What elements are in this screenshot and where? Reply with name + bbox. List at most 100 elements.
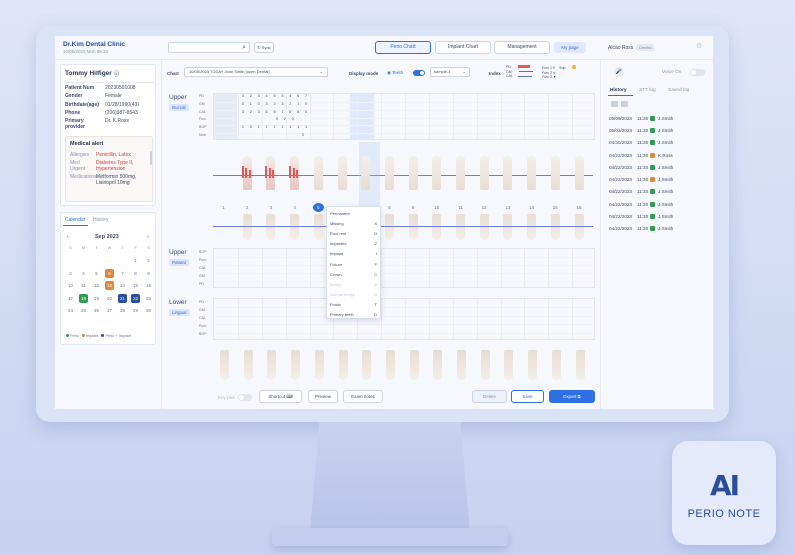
perio-value[interactable]: 1 [278, 124, 286, 132]
tab-management[interactable]: Management [494, 41, 550, 54]
my-page-button[interactable]: My page [554, 42, 586, 53]
tooth-lower[interactable] [243, 350, 253, 380]
perio-value[interactable]: 3 [278, 93, 286, 101]
tooth-number[interactable]: 4 [289, 203, 300, 212]
tooth-upper[interactable] [337, 156, 347, 190]
tooth-number[interactable]: 11 [455, 203, 466, 212]
calendar-day[interactable]: 26 [90, 305, 103, 318]
perio-value[interactable]: 7 [278, 109, 286, 117]
teeth-toggle[interactable] [413, 70, 425, 76]
context-menu-item[interactable]: Normal bridge N [327, 290, 380, 300]
sync-button[interactable]: ↻ Sync [254, 42, 274, 53]
calendar-day[interactable]: 21 [116, 293, 129, 306]
tooth-number[interactable]: 9 [408, 203, 419, 212]
calendar-day[interactable]: 12 [90, 280, 103, 293]
calendar-day[interactable]: 11 [77, 280, 90, 293]
calendar-day[interactable]: 24 [64, 305, 77, 318]
tooth-lower[interactable] [267, 350, 277, 380]
context-menu-item[interactable]: Implant I [327, 249, 380, 259]
tooth-occlusal[interactable] [313, 214, 323, 240]
perio-value[interactable]: 1 [294, 101, 302, 109]
perio-value[interactable]: 0 [255, 101, 263, 109]
tooth-upper[interactable] [384, 156, 394, 190]
tooth-number[interactable]: 12 [479, 203, 490, 212]
perio-value[interactable]: 0 [302, 101, 310, 109]
microphone-icon[interactable]: 🎤 [614, 67, 624, 77]
tooth-upper[interactable] [361, 156, 371, 190]
perio-value[interactable]: 6 [271, 109, 279, 117]
tooth-number[interactable]: 16 [574, 203, 585, 212]
tooth-upper[interactable] [408, 156, 418, 190]
tooth-occlusal[interactable] [242, 214, 252, 240]
calendar-day[interactable]: 7 [116, 268, 129, 281]
perio-value[interactable]: 1 [302, 124, 310, 132]
tooth-lower[interactable] [433, 350, 443, 380]
tooth-lower[interactable] [220, 350, 229, 380]
tooth-lower[interactable] [338, 350, 348, 380]
calendar-day[interactable]: 2 [142, 255, 155, 268]
calendar-day[interactable]: 1 [129, 255, 142, 268]
history-row[interactable]: 04/30/2023 11:30 J.Smith [609, 137, 709, 149]
perio-value[interactable]: 4 [286, 93, 294, 101]
tooth-occlusal[interactable] [574, 214, 584, 240]
tooth-lower[interactable] [480, 350, 490, 380]
tooth-upper[interactable] [550, 156, 560, 190]
tooth-occlusal[interactable] [290, 214, 300, 240]
context-menu-item[interactable]: Missing X [327, 218, 380, 228]
tooth-number[interactable]: 8 [384, 203, 395, 212]
calendar-day[interactable]: 30 [142, 305, 155, 318]
calendar-day[interactable]: 29 [129, 305, 142, 318]
perio-value[interactable]: 0 [239, 101, 247, 109]
perio-value[interactable]: 1 [294, 124, 302, 132]
context-menu-item[interactable]: Fixture F [327, 259, 380, 269]
perio-value[interactable]: 3 [255, 93, 263, 101]
perio-value[interactable]: 3 [263, 101, 271, 109]
tooth-occlusal[interactable] [527, 214, 537, 240]
calendar-day[interactable]: 5 [90, 268, 103, 281]
tab-perio-chart[interactable]: Perio Chart [375, 41, 431, 54]
calendar-day[interactable]: 20 [103, 293, 116, 306]
calendar-day[interactable]: 19 [90, 293, 103, 306]
delete-button[interactable]: Delete [472, 390, 507, 403]
tooth-upper[interactable] [503, 156, 513, 190]
search-input[interactable]: ⌕ [168, 42, 250, 53]
perio-value[interactable]: 1 [247, 101, 255, 109]
history-row[interactable]: 04/22/2023 11:30 J.Smith [609, 173, 709, 185]
context-menu-item[interactable]: Impacted Z [327, 239, 380, 249]
tooth-occlusal[interactable] [266, 214, 276, 240]
tooth-lower[interactable] [528, 350, 538, 380]
tooth-lower[interactable] [291, 350, 301, 380]
perio-value[interactable]: 3 [239, 93, 247, 101]
calendar-day[interactable]: 4 [77, 268, 90, 281]
calendar-day[interactable]: 8 [129, 268, 142, 281]
chart-select[interactable]: 10/05/2023 TODAY John Smith [open Dental… [184, 67, 328, 77]
perio-value[interactable]: 6 [263, 109, 271, 117]
tooth-occlusal[interactable] [408, 214, 418, 240]
tooth-lower[interactable] [314, 350, 324, 380]
tooth-number[interactable]: 2 [242, 203, 253, 212]
perio-value[interactable]: 1 [271, 124, 279, 132]
history-row[interactable]: 04/22/2023 11:30 J.Smith [609, 198, 709, 210]
tab-stt-log[interactable]: STT log [639, 88, 656, 93]
tab-implant-chart[interactable]: Implant Chart [435, 41, 491, 54]
perio-value[interactable]: 2 [271, 101, 279, 109]
perio-value[interactable]: 1 [255, 124, 263, 132]
tooth-upper[interactable] [432, 156, 442, 190]
perio-value[interactable]: 6 [294, 109, 302, 117]
perio-value[interactable]: 2 [286, 101, 294, 109]
perio-value[interactable]: 6 [294, 93, 302, 101]
settings-icon[interactable]: ⚙ [696, 42, 702, 50]
tooth-number[interactable]: 1 [218, 203, 229, 212]
tooth-occlusal[interactable] [384, 214, 394, 240]
alert-scrollbar[interactable] [150, 151, 152, 165]
calendar-day[interactable]: 25 [77, 305, 90, 318]
tooth-upper[interactable] [574, 156, 584, 190]
next-month-icon[interactable]: › [147, 234, 149, 240]
tooth-lower[interactable] [362, 350, 372, 380]
calendar-day[interactable]: 18 [77, 293, 90, 306]
context-menu-item[interactable]: Permanent [327, 208, 380, 218]
perio-value[interactable]: 1 [239, 124, 247, 132]
context-menu-item[interactable]: Crown C [327, 269, 380, 279]
tooth-occlusal[interactable] [550, 214, 560, 240]
perio-value[interactable]: 0 [289, 116, 297, 124]
